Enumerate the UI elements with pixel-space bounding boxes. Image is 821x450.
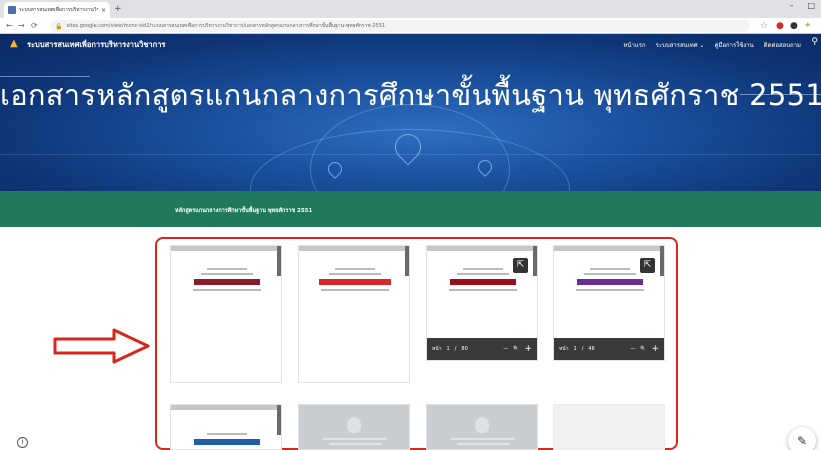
lock-icon: 🔒 <box>55 22 63 30</box>
new-tab-button[interactable]: + <box>114 2 122 16</box>
page-separator: / <box>581 346 584 352</box>
zoom-in-button[interactable]: + <box>651 344 659 354</box>
section-bar: หลักสูตรแกนกลางการศึกษาขั้นพื้นฐาน พุทธศ… <box>0 191 821 227</box>
info-icon[interactable]: i <box>17 437 28 448</box>
card-scrollbar <box>405 246 409 276</box>
document-card[interactable] <box>298 245 410 383</box>
document-card[interactable] <box>170 245 282 383</box>
doc-text-line <box>201 273 253 275</box>
red-arrow-icon <box>53 328 150 364</box>
extension-puzzle-icon[interactable]: ✦ <box>804 20 812 32</box>
pdf-viewer-toolbar: หน้า 1 / 80 — 🔍 + <box>427 338 537 360</box>
site-logo-icon[interactable]: ▲ <box>10 38 18 49</box>
url-text: sites.google.com/view/mcnc-sid2/ระบบสารส… <box>66 23 386 29</box>
site-nav: หน้าแรก ระบบสารสนเทศ ⌄ คู่มือการใช้งาน ต… <box>623 40 801 50</box>
card-top-strip <box>554 246 664 251</box>
doc-text-line <box>321 289 389 291</box>
document-card[interactable] <box>298 404 410 450</box>
site-header: ▲ ระบบสารสนเทศเพื่อการบริหารงานวิชาการ ห… <box>0 34 821 191</box>
extension-icon[interactable]: ● <box>776 20 784 32</box>
browser-tab-bar: ระบบสารสนเทศเพื่อการบริหารงานวิชาการ × +… <box>0 0 821 18</box>
doc-text-line <box>584 273 636 275</box>
doc-text-line <box>457 273 509 275</box>
page-total: 80 <box>461 346 468 352</box>
card-top-strip <box>171 246 281 251</box>
card-scrollbar <box>277 405 281 435</box>
forward-icon[interactable]: → <box>18 20 25 32</box>
page: ระบบสารสนเทศเพื่อการบริหารงานวิชาการ × +… <box>0 0 821 450</box>
zoom-out-button[interactable]: — <box>503 346 508 352</box>
back-icon[interactable]: ← <box>6 20 13 32</box>
url-field[interactable]: 🔒 sites.google.com/view/mcnc-sid2/ระบบสา… <box>50 20 750 32</box>
document-card-placeholder <box>553 404 665 450</box>
page-total: 46 <box>588 346 595 352</box>
doc-title-band <box>577 279 643 285</box>
document-card[interactable] <box>170 404 282 450</box>
card-scrollbar <box>533 246 537 276</box>
document-card[interactable]: ⇱ หน้า 1 / 46 — 🔍 + <box>553 245 665 361</box>
minimize-button[interactable]: – <box>789 1 793 10</box>
doc-text-line <box>463 268 503 270</box>
doc-text-line <box>576 289 644 291</box>
document-card[interactable]: ⇱ หน้า 1 / 80 — 🔍 + <box>426 245 538 361</box>
doc-title-band <box>194 279 260 285</box>
doc-text-line <box>451 438 515 440</box>
site-name[interactable]: ระบบสารสนเทศเพื่อการบริหารงานวิชาการ <box>27 39 165 51</box>
doc-text-line <box>329 273 381 275</box>
window-controls: – □ <box>789 1 815 10</box>
open-in-new-icon[interactable]: ⇱ <box>513 258 528 273</box>
profile-icon[interactable]: ● <box>790 20 798 32</box>
page-separator: / <box>454 346 457 352</box>
nav-home[interactable]: หน้าแรก <box>623 40 645 50</box>
maximize-button[interactable]: □ <box>807 1 815 10</box>
search-icon[interactable]: ⚲ <box>811 37 818 47</box>
document-card[interactable] <box>426 404 538 450</box>
doc-text-line <box>590 268 630 270</box>
bookmark-star-icon[interactable]: ☆ <box>760 20 768 32</box>
page-label: หน้า <box>559 346 569 352</box>
open-in-new-icon[interactable]: ⇱ <box>640 258 655 273</box>
page-current[interactable]: 1 <box>574 346 577 352</box>
page-label: หน้า <box>432 346 442 352</box>
card-scrollbar <box>277 246 281 276</box>
card-top-strip <box>171 405 281 410</box>
doc-title-band <box>319 279 391 285</box>
doc-text-line <box>193 289 261 291</box>
doc-title-band <box>194 439 260 445</box>
zoom-in-button[interactable]: + <box>524 344 532 354</box>
reload-icon[interactable]: ⟳ <box>31 20 38 32</box>
breadcrumb: หลักสูตรแกนกลางการศึกษาขั้นพื้นฐาน พุทธศ… <box>175 208 313 214</box>
page-current[interactable]: 1 <box>447 346 450 352</box>
nav-info-system[interactable]: ระบบสารสนเทศ ⌄ <box>656 40 705 50</box>
zoom-icon[interactable]: 🔍 <box>640 346 646 352</box>
pdf-viewer-toolbar: หน้า 1 / 46 — 🔍 + <box>554 338 664 360</box>
address-bar-row: ← → ⟳ 🔒 sites.google.com/view/mcnc-sid2/… <box>0 18 821 34</box>
doc-text-line <box>449 289 517 291</box>
nav-manual[interactable]: คู่มือการใช้งาน <box>714 40 753 50</box>
favicon-icon <box>8 6 16 14</box>
doc-text-line <box>207 268 247 270</box>
doc-text-line <box>207 433 247 435</box>
crest-icon <box>475 417 489 433</box>
browser-tab[interactable]: ระบบสารสนเทศเพื่อการบริหารงานวิชาการ × <box>4 2 110 18</box>
zoom-icon[interactable]: 🔍 <box>513 346 519 352</box>
close-tab-icon[interactable]: × <box>101 7 106 14</box>
tab-title: ระบบสารสนเทศเพื่อการบริหารงานวิชาการ <box>19 7 98 13</box>
doc-text-line <box>335 268 375 270</box>
crest-icon <box>347 417 361 433</box>
doc-text-line <box>323 438 387 440</box>
card-top-strip <box>427 246 537 251</box>
edit-pencil-icon[interactable]: ✎ <box>788 427 816 450</box>
card-top-strip <box>299 246 409 251</box>
doc-text-line <box>457 443 509 445</box>
doc-text-line <box>329 443 381 445</box>
page-title: เอกสารหลักสูตรแกนกลางการศึกษาขั้นพื้นฐาน… <box>0 78 821 112</box>
card-scrollbar <box>660 246 664 276</box>
nav-contact[interactable]: ติดต่อสอบถาม <box>764 40 801 50</box>
doc-title-band <box>450 279 516 285</box>
zoom-out-button[interactable]: — <box>630 346 635 352</box>
